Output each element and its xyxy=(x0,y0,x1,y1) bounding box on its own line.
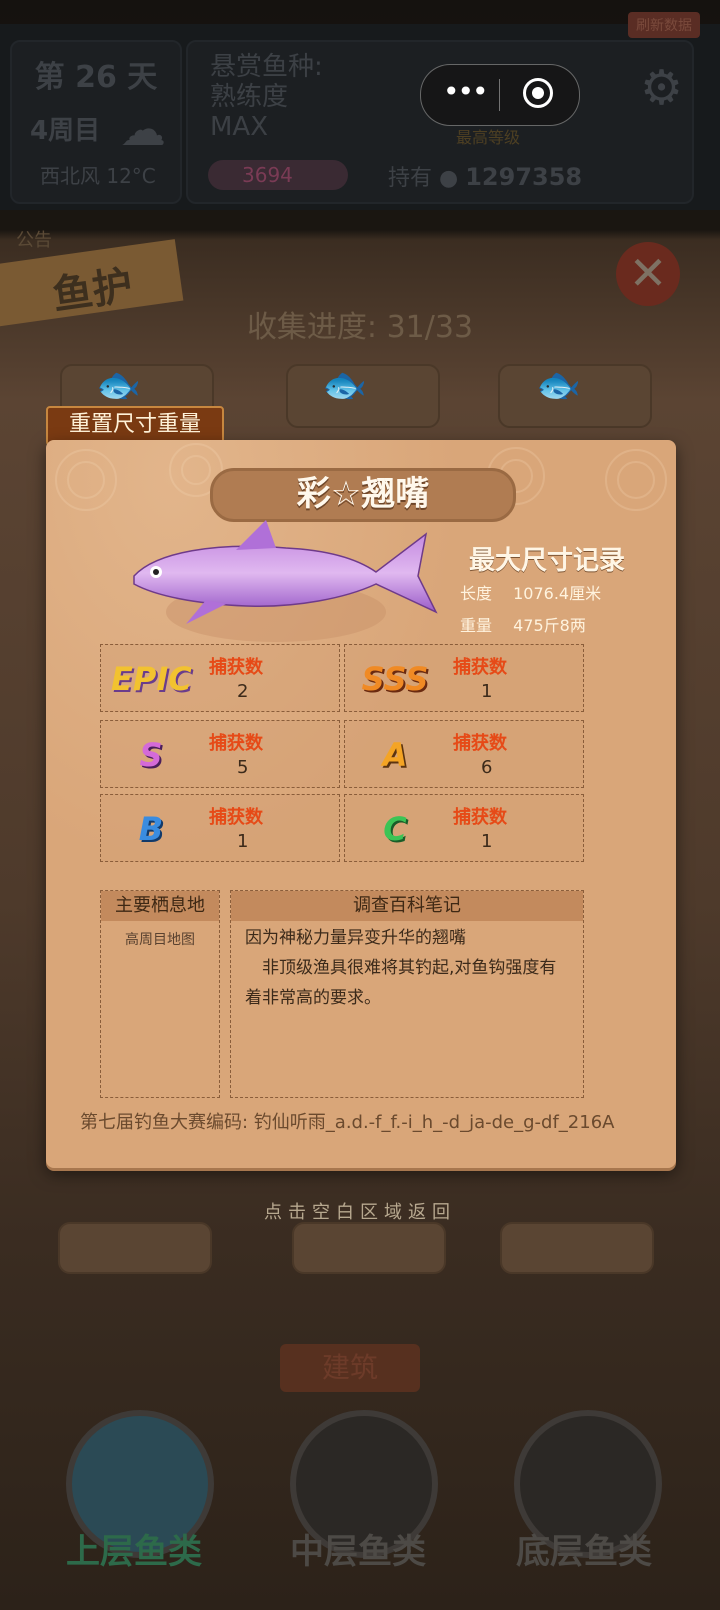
habitat-heading: 主要栖息地 xyxy=(101,891,219,921)
stat-s: S 捕获数 5 xyxy=(100,720,340,788)
bounty-line-3: MAX xyxy=(210,112,269,142)
stat-b: B 捕获数 1 xyxy=(100,794,340,862)
stat-a: A 捕获数 6 xyxy=(344,720,584,788)
hold-label: 持有 xyxy=(388,166,433,191)
weight-value: 475斤8两 xyxy=(513,616,586,635)
stamina-bar: 3694 xyxy=(208,160,348,190)
catch-count-value: 1 xyxy=(481,831,493,852)
encyclopedia-notes-panel: 调查百科笔记 因为神秘力量异变升华的翘嘴 非顶级渔具很难将其钓起,对鱼钩强度有着… xyxy=(230,890,584,1098)
fish-card[interactable] xyxy=(58,1222,212,1274)
coin-icon: ● xyxy=(439,166,459,191)
build-button[interactable]: 建筑 xyxy=(280,1344,420,1392)
grade-badge-icon: SSS xyxy=(361,660,429,698)
weather-text: 西北风 12°C xyxy=(40,164,156,188)
close-miniprogram-icon[interactable] xyxy=(523,78,553,108)
bounty-label: 悬赏鱼种: 熟练度 MAX xyxy=(210,52,323,142)
catch-count-value: 2 xyxy=(237,681,249,702)
weight-label: 重量 xyxy=(460,616,493,635)
record-length: 长度 1076.4厘米 xyxy=(460,580,601,604)
coin-holding: 持有 ● 1297358 xyxy=(388,160,582,192)
refresh-button[interactable]: 刷新数据 xyxy=(628,12,700,38)
notes-line: 非顶级渔具很难将其钓起,对鱼钩强度有着非常高的要求。 xyxy=(245,958,557,1008)
catch-count-value: 1 xyxy=(237,831,249,852)
week-counter: 4周目 xyxy=(30,116,101,146)
bounty-line-1: 悬赏鱼种: xyxy=(210,52,323,82)
grade-badge-icon: S xyxy=(139,736,163,774)
habitat-value: 高周目地图 xyxy=(125,932,195,948)
catch-count-label: 捕获数 xyxy=(453,807,507,828)
notice-label: 公告 xyxy=(16,230,52,251)
grade-badge-icon: C xyxy=(383,810,407,848)
close-icon[interactable]: ✕ xyxy=(616,242,680,306)
nav-bottom-fish[interactable]: 底层鱼类 xyxy=(484,1524,684,1573)
grade-badge-icon: A xyxy=(382,736,408,774)
habitat-panel: 主要栖息地 高周目地图 xyxy=(100,890,220,1098)
stat-epic: EPIC 捕获数 2 xyxy=(100,644,340,712)
stat-c: C 捕获数 1 xyxy=(344,794,584,862)
day-panel: 第 26 天 4周目 ☁ 西北风 12°C xyxy=(10,40,182,204)
fish-card[interactable] xyxy=(500,1222,654,1274)
length-value: 1076.4厘米 xyxy=(513,584,602,603)
fish-silhouette-icon: 🐟 xyxy=(96,365,141,406)
record-title: 最大尺寸记录 xyxy=(468,546,625,576)
fish-silhouette-icon: 🐟 xyxy=(322,365,367,406)
day-counter: 第 26 天 xyxy=(34,60,158,95)
gear-icon[interactable]: ⚙ xyxy=(640,60,683,116)
contest-code: 第七届钓鱼大赛编码: 钓仙听雨_a.d.-f_f.-i_h_-d_ja-de_g… xyxy=(80,1112,615,1133)
fish-image xyxy=(133,520,438,642)
mini-program-capsule: ••• xyxy=(420,64,580,126)
length-label: 长度 xyxy=(460,584,493,603)
fish-card[interactable] xyxy=(292,1222,446,1274)
notes-line: 因为神秘力量异变升华的翘嘴 xyxy=(245,928,466,948)
catch-count-value: 1 xyxy=(481,681,493,702)
catch-count-label: 捕获数 xyxy=(453,657,507,678)
catch-count-value: 6 xyxy=(481,757,493,778)
max-level-label: 最高等级 xyxy=(456,128,521,147)
grade-badge-icon: B xyxy=(138,810,164,848)
catch-count-value: 5 xyxy=(237,757,249,778)
fish-silhouette-icon: 🐟 xyxy=(536,365,581,406)
notes-heading: 调查百科笔记 xyxy=(231,891,583,921)
bounty-line-2: 熟练度 xyxy=(210,82,289,112)
more-icon[interactable]: ••• xyxy=(443,75,489,108)
record-weight: 重量 475斤8两 xyxy=(460,612,586,636)
catch-count-label: 捕获数 xyxy=(209,657,263,678)
collection-progress: 收集进度: 31/33 xyxy=(246,310,474,345)
catch-count-label: 捕获数 xyxy=(209,733,263,754)
cloud-icon: ☁ xyxy=(120,102,166,156)
fish-detail-modal: 彩☆翘嘴 最大尺寸记录 长度 1076.4厘米 重量 475斤8两 EPIC 捕… xyxy=(46,440,676,1168)
stat-sss: SSS 捕获数 1 xyxy=(344,644,584,712)
grade-badge-icon: EPIC xyxy=(111,660,192,698)
notes-text: 因为神秘力量异变升华的翘嘴 非顶级渔具很难将其钓起,对鱼钩强度有着非常高的要求。 xyxy=(231,921,583,1013)
catch-count-label: 捕获数 xyxy=(453,733,507,754)
nav-upper-fish[interactable]: 上层鱼类 xyxy=(34,1524,234,1573)
tap-to-return-hint[interactable]: 点击空白区域返回 xyxy=(0,1198,720,1224)
capsule-divider xyxy=(499,79,500,111)
coin-amount: 1297358 xyxy=(465,163,583,191)
catch-count-label: 捕获数 xyxy=(209,807,263,828)
nav-middle-fish[interactable]: 中层鱼类 xyxy=(258,1524,458,1573)
